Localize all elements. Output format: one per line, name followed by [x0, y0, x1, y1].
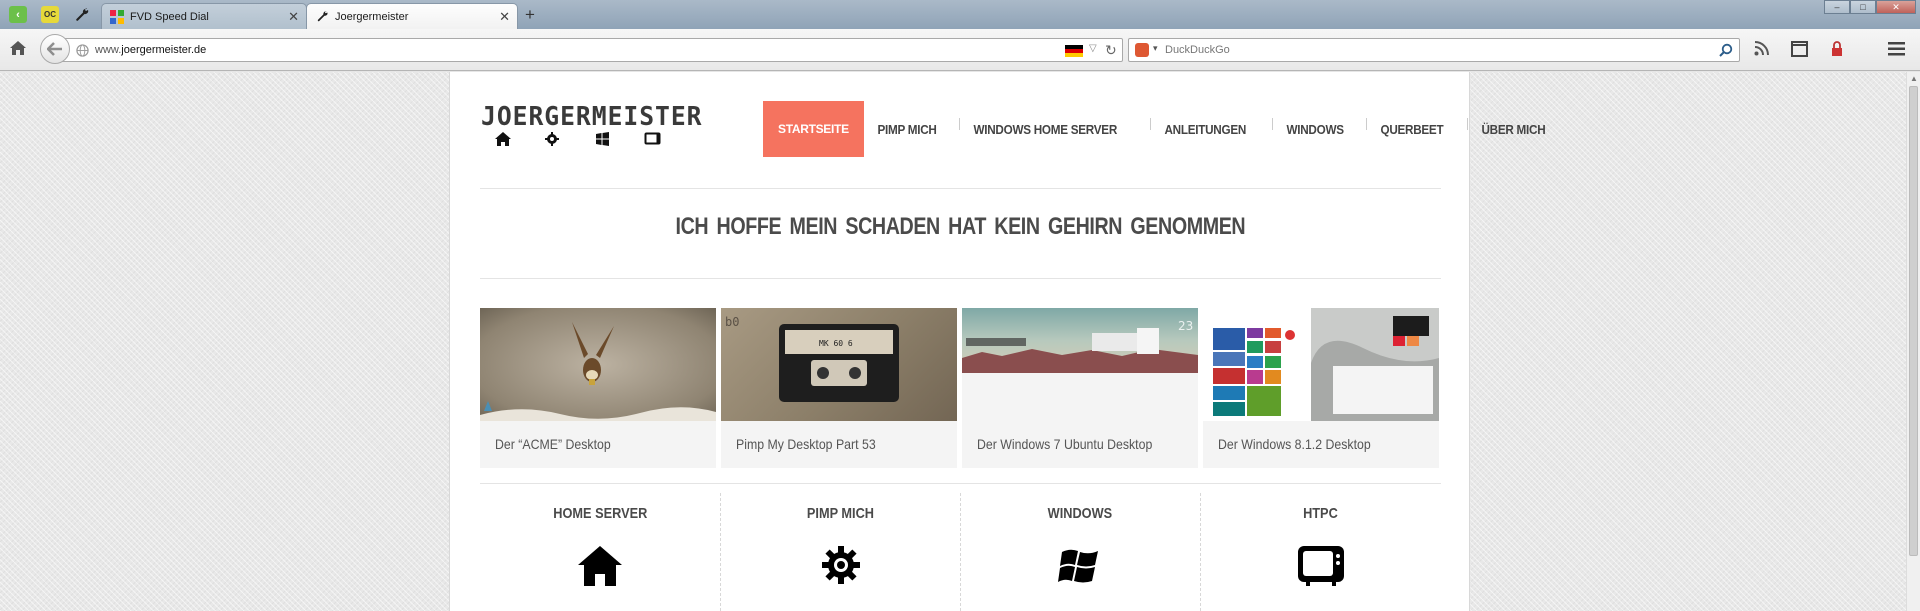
- back-icon[interactable]: [40, 34, 70, 64]
- post-thumbnail[interactable]: MK 60 6 b0: [721, 308, 957, 421]
- category-title[interactable]: WINDOWS: [1048, 505, 1112, 522]
- minimize-window-icon[interactable]: –: [1824, 0, 1850, 14]
- scroll-up-icon[interactable]: ▲: [1910, 74, 1918, 83]
- post-title[interactable]: Der Windows 8.1.2 Desktop: [1218, 436, 1371, 452]
- svg-text:MK 60 6: MK 60 6: [819, 339, 853, 348]
- nav-windows-home-server[interactable]: WINDOWS HOME SERVER: [960, 101, 1131, 157]
- duckduckgo-icon[interactable]: [1135, 43, 1149, 57]
- tab-joergermeister[interactable]: Joergermeister ✕: [306, 3, 518, 29]
- url-text[interactable]: www.joergermeister.de: [95, 44, 206, 56]
- category-grid: HOME SERVER PIMP MICH WINDOWS HTPC: [480, 483, 1441, 611]
- site-logo[interactable]: JOERGERMEISTER: [481, 104, 714, 150]
- windows-icon: [595, 132, 610, 151]
- main-navigation: STARTSEITE PIMP MICH WINDOWS HOME SERVER…: [763, 101, 1569, 157]
- search-engine-dropdown-icon[interactable]: ▾: [1153, 43, 1158, 54]
- fullscreen-icon[interactable]: [1791, 41, 1808, 62]
- reload-icon[interactable]: ↻: [1105, 42, 1117, 59]
- page-container: JOERGERMEISTER STARTSEITE PIMP MICH WIND…: [449, 72, 1546, 611]
- category-pimp-mich[interactable]: PIMP MICH: [720, 483, 960, 611]
- nav-anleitungen[interactable]: ANLEITUNGEN: [1151, 101, 1260, 157]
- divider: [480, 188, 1441, 189]
- tv-icon: [644, 132, 661, 150]
- navigation-toolbar: www.joergermeister.de ▽ ↻ ▾ DuckDuckGo: [0, 29, 1920, 71]
- gear-icon: [545, 132, 559, 151]
- post-card[interactable]: Der Windows 8.1.2 Desktop: [1203, 308, 1439, 468]
- category-title[interactable]: HTPC: [1303, 505, 1338, 522]
- close-tab-icon[interactable]: ✕: [499, 9, 510, 25]
- page-scrollbar[interactable]: ▲: [1906, 72, 1920, 611]
- post-thumbnail[interactable]: 23: [962, 308, 1198, 421]
- post-title[interactable]: Der “ACME” Desktop: [495, 436, 611, 452]
- search-input[interactable]: DuckDuckGo: [1165, 44, 1230, 56]
- speed-dial-icon: [110, 9, 124, 24]
- tab-label: Joergermeister: [335, 10, 409, 23]
- post-title[interactable]: Pimp My Desktop Part 53: [736, 436, 876, 452]
- tagline-text: ICH HOFFE MEIN SCHADEN HAT KEIN GEHIRN G…: [675, 213, 1246, 240]
- wrench-favicon-icon: [315, 10, 329, 24]
- menu-icon[interactable]: [1888, 42, 1905, 61]
- svg-text:23: 23: [1178, 319, 1193, 333]
- nav-windows[interactable]: WINDOWS: [1273, 101, 1357, 157]
- nav-ueber-mich[interactable]: ÜBER MICH: [1468, 101, 1559, 157]
- search-icon[interactable]: [1719, 43, 1733, 62]
- tagline: ICH HOFFE MEIN SCHADEN HAT KEIN GEHIRN G…: [480, 213, 1441, 241]
- tab-label: FVD Speed Dial: [130, 10, 209, 23]
- url-dropdown-icon[interactable]: ▽: [1089, 43, 1097, 54]
- home-icon[interactable]: [578, 546, 622, 591]
- home-icon[interactable]: [9, 40, 27, 61]
- tab-fvd-speed-dial[interactable]: FVD Speed Dial ✕: [101, 3, 307, 29]
- home-icon: [495, 132, 511, 151]
- close-tab-icon[interactable]: ✕: [288, 9, 299, 25]
- lock-icon[interactable]: [1831, 41, 1843, 61]
- new-tab-icon[interactable]: +: [525, 5, 535, 25]
- addon-icon[interactable]: OC: [41, 6, 59, 23]
- category-title[interactable]: PIMP MICH: [806, 505, 873, 522]
- nav-startseite[interactable]: STARTSEITE: [763, 101, 864, 157]
- germany-flag-icon[interactable]: [1065, 45, 1083, 57]
- category-windows[interactable]: WINDOWS: [960, 483, 1200, 611]
- category-title[interactable]: HOME SERVER: [553, 505, 647, 522]
- post-card[interactable]: 23 Der Windows 7 Ubuntu Desktop: [962, 308, 1198, 468]
- maximize-window-icon[interactable]: □: [1850, 0, 1876, 14]
- post-thumbnail[interactable]: [1203, 308, 1439, 421]
- windows-icon[interactable]: [1058, 546, 1102, 593]
- page-viewport: JOERGERMEISTER STARTSEITE PIMP MICH WIND…: [0, 72, 1906, 611]
- url-bar[interactable]: www.joergermeister.de ▽ ↻: [58, 38, 1123, 62]
- search-bar[interactable]: ▾ DuckDuckGo: [1128, 38, 1740, 62]
- category-htpc[interactable]: HTPC: [1200, 483, 1440, 611]
- post-thumbnail[interactable]: [480, 308, 716, 421]
- url-domain: joergermeister.de: [121, 44, 207, 56]
- post-card[interactable]: MK 60 6 b0 Pimp My Desktop Part 53: [721, 308, 957, 468]
- divider: [480, 278, 1441, 279]
- post-title[interactable]: Der Windows 7 Ubuntu Desktop: [977, 436, 1152, 452]
- globe-icon: [76, 44, 89, 62]
- logo-text: JOERGERMEISTER: [481, 102, 703, 132]
- svg-text:b0: b0: [725, 315, 739, 329]
- close-window-icon[interactable]: ✕: [1876, 0, 1916, 14]
- gear-icon[interactable]: [822, 546, 860, 589]
- post-card[interactable]: Der “ACME” Desktop: [480, 308, 716, 468]
- tv-icon[interactable]: [1298, 546, 1344, 591]
- back-arrow-addon-icon[interactable]: ‹: [9, 6, 27, 23]
- nav-pimp-mich[interactable]: PIMP MICH: [864, 101, 950, 157]
- wrench-icon[interactable]: [73, 6, 91, 23]
- logo-icons: [481, 132, 714, 150]
- nav-querbeet[interactable]: QUERBEET: [1367, 101, 1457, 157]
- featured-posts: Der “ACME” Desktop MK 60 6 b0 Pimp My De…: [480, 308, 1441, 468]
- scrollbar-thumb[interactable]: [1909, 86, 1918, 556]
- category-home-server[interactable]: HOME SERVER: [480, 483, 720, 611]
- rss-icon[interactable]: [1754, 41, 1769, 61]
- tab-strip: ‹ OC FVD Speed Dial ✕ Joergermeister ✕ +…: [0, 0, 1920, 29]
- url-prefix: www.: [95, 44, 122, 56]
